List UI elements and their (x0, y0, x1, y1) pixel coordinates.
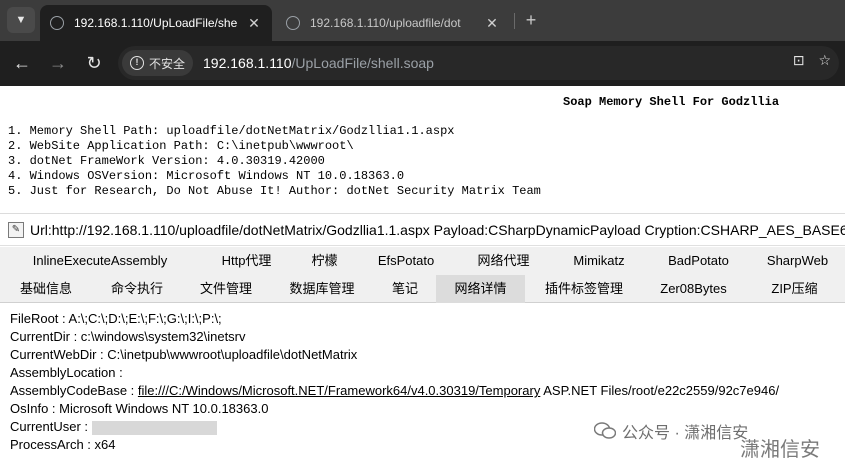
info-line: 5. Just for Research, Do Not Abuse It! A… (8, 184, 541, 198)
plus-icon: + (525, 10, 537, 30)
tab-badpotato[interactable]: BadPotato (647, 247, 750, 275)
info-line: 1. Memory Shell Path: uploadfile/dotNetM… (8, 124, 455, 138)
detail-assembly-location: AssemblyLocation : (10, 365, 123, 380)
watermark: 公众号 · 潇湘信安 潇湘信安 (594, 419, 840, 461)
watermark-text: 公众号 · 潇湘信安 (622, 425, 749, 442)
plugin-tabs: InlineExecuteAssembly Http代理 柠檬 EfsPotat… (0, 247, 845, 275)
tab-title: 192.168.1.110/UpLoadFile/she (74, 16, 238, 30)
url-host: 192.168.1.110 (203, 55, 292, 71)
detail-current-dir: CurrentDir : c:\windows\system32\inetsrv (10, 329, 246, 344)
back-button[interactable]: ← (10, 51, 34, 75)
security-label: 不安全 (149, 56, 186, 71)
close-icon[interactable]: ✕ (246, 15, 262, 32)
codebase-link[interactable]: file:///C:/Windows/Microsoft.NET/Framewo… (138, 383, 540, 398)
url-text[interactable]: 192.168.1.110/UpLoadFile/shell.soap (203, 55, 434, 71)
tab-title: 192.168.1.110/uploadfile/dot (310, 16, 461, 30)
main-tabs: 基础信息 命令执行 文件管理 数据库管理 笔记 网络详情 插件标签管理 Zer0… (0, 275, 845, 303)
tab-network-details[interactable]: 网络详情 (436, 275, 525, 303)
tab-notes[interactable]: 笔记 (374, 275, 436, 303)
reload-button[interactable]: ↻ (82, 51, 106, 75)
arrow-right-icon: → (49, 53, 67, 73)
detail-current-web-dir: CurrentWebDir : C:\inetpub\wwwroot\uploa… (10, 347, 358, 362)
chevron-down-icon: ▼ (15, 14, 27, 26)
browser-tab-strip: ▼ 192.168.1.110/UpLoadFile/she ✕ 192.168… (0, 0, 845, 41)
tab-efspotato[interactable]: EfsPotato (356, 247, 456, 275)
tab-search-menu-button[interactable]: ▼ (7, 7, 35, 33)
tab-sharpweb[interactable]: SharpWeb (750, 247, 845, 275)
redacted-value (91, 420, 217, 435)
tab-http-proxy[interactable]: Http代理 (200, 247, 293, 275)
globe-icon (286, 16, 300, 30)
shell-info-list: 1. Memory Shell Path: uploadfile/dotNetM… (8, 124, 541, 199)
reload-icon: ↻ (86, 53, 102, 73)
detail-file-root: FileRoot : A:\;C:\;D:\;E:\;F:\;G:\;I:\;P… (10, 311, 222, 326)
wechat-icon (594, 422, 616, 440)
tab-divider (514, 13, 515, 29)
warning-icon: ! (130, 56, 144, 70)
codebase-rest: ASP.NET Files/root/e22c2559/92c7e946/ (540, 383, 780, 398)
browser-tab[interactable]: 192.168.1.110/uploadfile/dot ✕ (276, 5, 510, 41)
detail-os-info: OsInfo : Microsoft Windows NT 10.0.18363… (10, 401, 269, 416)
info-line: 4. Windows OSVersion: Microsoft Windows … (8, 169, 405, 183)
url-path: /UpLoadFile/shell.soap (291, 55, 434, 71)
address-bar[interactable]: ! 不安全 192.168.1.110/UpLoadFile/shell.soa… (118, 46, 839, 80)
browser-toolbar: ← → ↻ ! 不安全 192.168.1.110/UpLoadFile/she… (0, 41, 845, 86)
tab-database-manager[interactable]: 数据库管理 (270, 275, 374, 303)
tool-title-bar: ✎ Url:http://192.168.1.110/uploadfile/do… (0, 214, 845, 246)
bookmark-star-icon[interactable]: ☆ (818, 52, 831, 69)
translate-icon[interactable]: ⊡ (793, 52, 805, 69)
page-banner: Soap Memory Shell For Godzllia (563, 95, 780, 109)
tab-command-exec[interactable]: 命令执行 (92, 275, 182, 303)
browser-tab-active[interactable]: 192.168.1.110/UpLoadFile/she ✕ (40, 5, 272, 41)
tab-file-manager[interactable]: 文件管理 (182, 275, 270, 303)
forward-button[interactable]: → (46, 51, 70, 75)
info-line: 2. WebSite Application Path: C:\inetpub\… (8, 139, 354, 153)
info-line: 3. dotNet FrameWork Version: 4.0.30319.4… (8, 154, 325, 168)
tab-zip[interactable]: ZIP压缩 (744, 275, 845, 303)
tab-zer08bytes[interactable]: Zer08Bytes (643, 275, 744, 303)
close-icon[interactable]: ✕ (484, 15, 500, 32)
tab-plugin-tag-manager[interactable]: 插件标签管理 (525, 275, 643, 303)
tab-basic-info[interactable]: 基础信息 (0, 275, 92, 303)
tab-inline-execute-assembly[interactable]: InlineExecuteAssembly (0, 247, 200, 275)
page-content: Soap Memory Shell For Godzllia 1. Memory… (0, 86, 845, 466)
new-tab-button[interactable]: + (520, 8, 542, 32)
tab-lemon[interactable]: 柠檬 (293, 247, 356, 275)
globe-icon (50, 16, 64, 30)
tab-mimikatz[interactable]: Mimikatz (551, 247, 647, 275)
security-indicator[interactable]: ! 不安全 (122, 50, 194, 76)
detail-label: AssemblyCodeBase : (10, 383, 138, 398)
detail-assembly-codebase: AssemblyCodeBase : file:///C:/Windows/Mi… (10, 382, 845, 400)
watermark-name: 潇湘信安 (740, 439, 820, 461)
tool-title: Url:http://192.168.1.110/uploadfile/dotN… (30, 221, 845, 238)
arrow-left-icon: ← (13, 53, 31, 73)
detail-label: CurrentUser : (10, 419, 92, 434)
app-icon: ✎ (8, 221, 24, 238)
tab-network-proxy[interactable]: 网络代理 (456, 247, 551, 275)
